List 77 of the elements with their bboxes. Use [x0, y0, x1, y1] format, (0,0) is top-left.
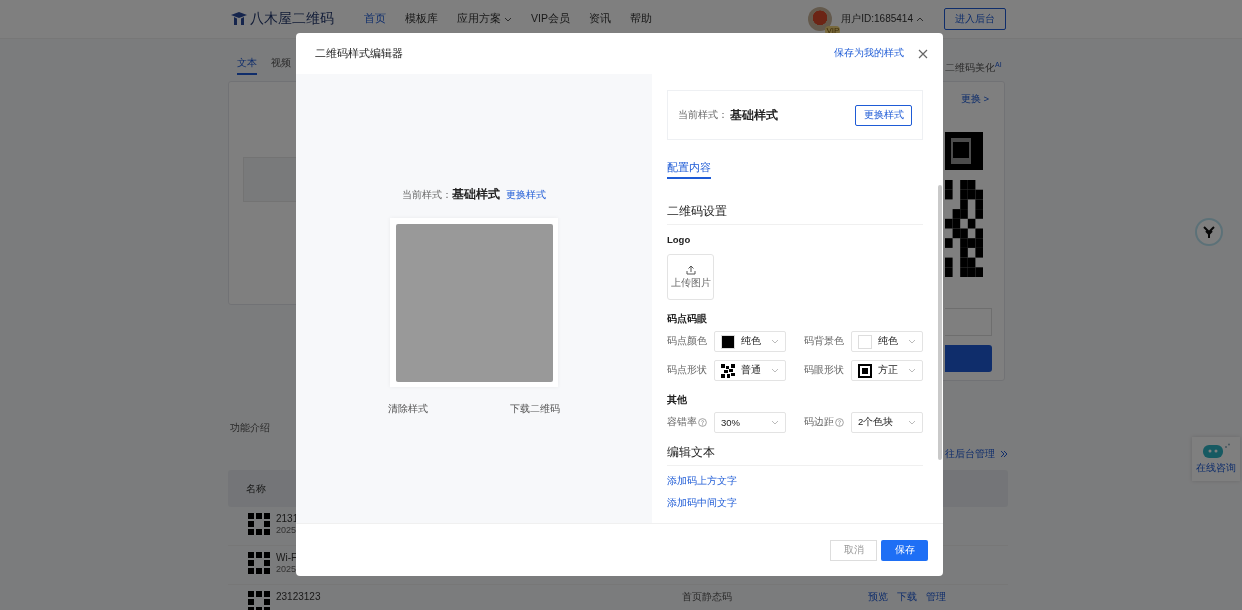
select-field[interactable]: 2个色块	[851, 412, 923, 433]
cancel-button[interactable]: 取消	[830, 539, 877, 561]
chevron-down-icon	[771, 420, 779, 425]
clear-style-link[interactable]: 清除样式	[388, 403, 428, 416]
section-title: 编辑文本	[667, 445, 923, 466]
save-button[interactable]: 保存	[881, 539, 928, 561]
beautify-title: 二维码美化$^{AI}$	[945, 60, 1002, 75]
chevron-down-icon	[908, 339, 916, 344]
change-link[interactable]: 更换 >	[960, 93, 989, 106]
double-chevron-icon	[1000, 450, 1008, 458]
chat-bot-icon	[1201, 443, 1231, 459]
dialog-title: 二维码样式编辑器	[315, 46, 403, 61]
add-text-link[interactable]: 添加码上方文字	[667, 475, 923, 488]
caret-icon	[916, 16, 924, 22]
download-link[interactable]: 下载二维码	[510, 403, 560, 416]
change-style-button[interactable]: 更换样式	[855, 104, 912, 126]
select-field[interactable]: 30%	[714, 412, 786, 433]
record-date: 2025	[276, 525, 298, 536]
chevron-down-icon	[771, 339, 779, 344]
chevron-down-icon	[908, 420, 916, 425]
tab[interactable]: 文本	[237, 56, 257, 75]
nav-link[interactable]: 首页	[364, 12, 386, 26]
field-label: 码背景色	[804, 335, 844, 348]
field-label: 容错率	[667, 416, 697, 429]
chat-label: 在线咨询	[1196, 461, 1236, 475]
select-field[interactable]: 纯色	[714, 331, 786, 352]
tab[interactable]: 配置内容	[667, 161, 711, 179]
chevron-down-icon	[908, 368, 916, 373]
nav-link[interactable]: 模板库	[405, 12, 438, 26]
logo-icon	[230, 11, 248, 27]
qr-code-icon	[248, 591, 270, 610]
qr-code-icon	[248, 552, 270, 574]
record-type: 首页静态码	[682, 591, 733, 603]
group-label: Logo	[667, 234, 692, 245]
select-field[interactable]: 普通	[714, 360, 786, 381]
nav-link[interactable]: 资讯	[588, 12, 611, 26]
chevron-down-icon	[771, 368, 779, 373]
row-action-link[interactable]: 预览	[868, 591, 888, 603]
field-label: 码点颜色	[667, 335, 707, 348]
record-name[interactable]: 23123123	[276, 591, 676, 603]
close-icon[interactable]	[918, 48, 928, 59]
dot-pattern-icon	[721, 363, 735, 378]
tab[interactable]: 视频	[271, 56, 291, 75]
nav-link[interactable]: VIP会员	[531, 12, 570, 26]
upload-icon	[685, 264, 696, 275]
group-label: 码点码眼	[667, 312, 708, 326]
section-tab[interactable]: 功能介绍	[230, 422, 270, 433]
nav-link[interactable]: 应用方案	[457, 12, 512, 26]
upload-button[interactable]: 上传图片	[667, 254, 714, 300]
style-name: 基础样式	[452, 186, 500, 203]
console-button[interactable]: 进入后台	[944, 8, 1006, 30]
section-title: 二维码设置	[667, 204, 923, 225]
select-field[interactable]: 方正	[851, 360, 923, 381]
user-id[interactable]: 用户ID:1685414	[841, 12, 913, 26]
manage-link[interactable]: 往后台管理	[945, 447, 995, 461]
group-label: 其他	[667, 393, 688, 407]
column-header: 名称	[246, 481, 266, 496]
record-date: 2025	[276, 564, 298, 575]
assistant-icon[interactable]	[1195, 218, 1223, 246]
style-name: 基础样式	[730, 107, 778, 123]
select-field[interactable]: 纯色	[851, 331, 923, 352]
field-label: 码点形状	[667, 364, 707, 377]
field-label: 码眼形状	[804, 364, 844, 377]
square-eye-icon	[858, 363, 872, 378]
row-action-link[interactable]: 下载	[897, 591, 917, 603]
field-label: 码边距	[804, 416, 834, 429]
row-action-link[interactable]: 管理	[926, 591, 946, 603]
style-label: 当前样式：	[678, 108, 728, 122]
nav-link[interactable]: 帮助	[629, 12, 652, 26]
qr-code-icon	[248, 513, 270, 535]
add-text-link[interactable]: 添加码中间文字	[667, 497, 923, 510]
change-style-link[interactable]: 更换样式	[506, 189, 546, 202]
scrollbar-thumb[interactable]	[938, 185, 942, 460]
save-as-link[interactable]: 保存为我的样式	[834, 47, 904, 60]
logo-text[interactable]: 八木屋二维码	[250, 10, 334, 28]
style-label: 当前样式：	[402, 189, 452, 202]
chat-widget[interactable]: 在线咨询	[1192, 437, 1240, 481]
